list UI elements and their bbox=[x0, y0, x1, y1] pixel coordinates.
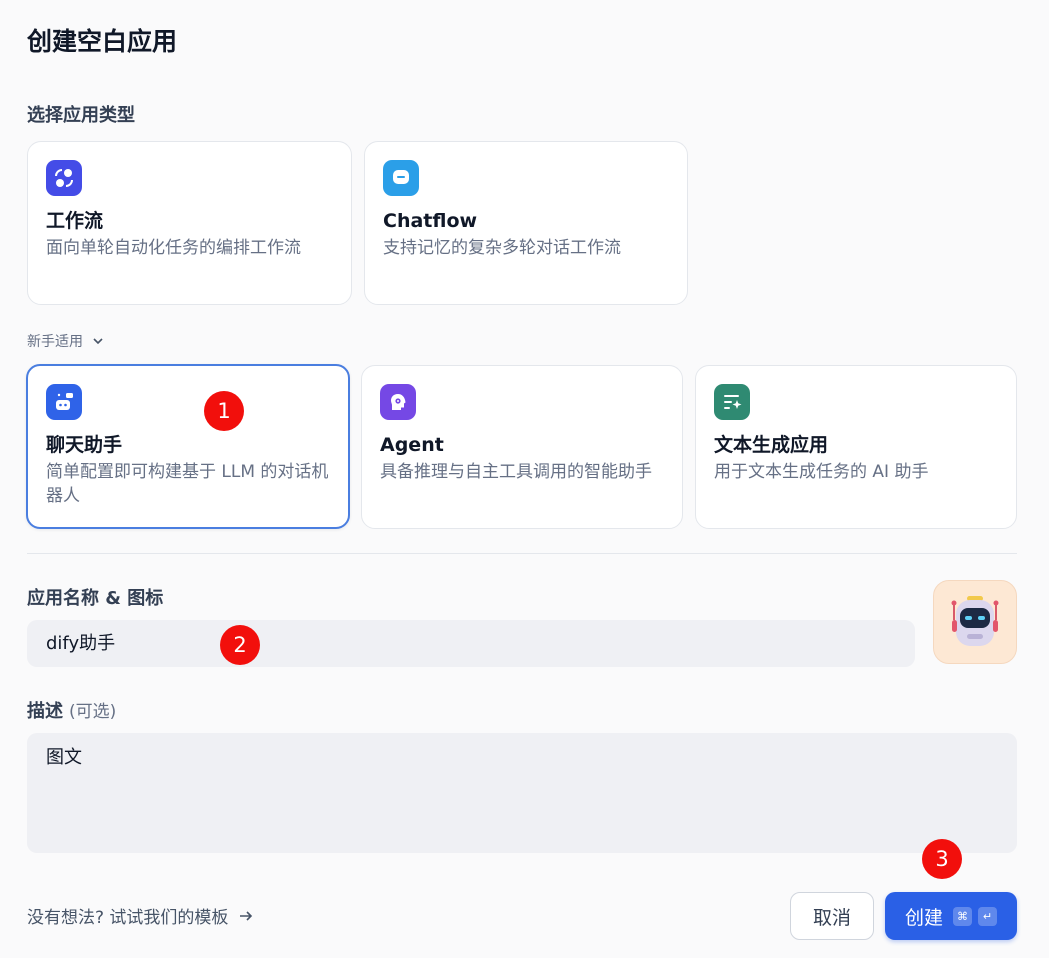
cancel-button[interactable]: 取消 bbox=[790, 892, 874, 940]
app-type-section-label: 选择应用类型 bbox=[27, 105, 135, 126]
name-section-label: 应用名称 & 图标 bbox=[27, 588, 164, 609]
app-avatar[interactable] bbox=[933, 580, 1017, 664]
desc-section-label: 描述 bbox=[27, 701, 63, 722]
desc-optional-label: (可选) bbox=[69, 702, 117, 722]
app-type-card-text-generation[interactable]: 文本生成应用 用于文本生成任务的 AI 助手 bbox=[695, 365, 1017, 529]
description-textarea[interactable]: 图文 bbox=[27, 733, 1017, 853]
workflow-icon bbox=[46, 160, 82, 196]
app-type-desc: 用于文本生成任务的 AI 助手 bbox=[714, 462, 929, 482]
template-link[interactable]: 没有想法? 试试我们的模板 bbox=[27, 903, 254, 928]
app-type-desc: 面向单轮自动化任务的编排工作流 bbox=[46, 238, 301, 258]
arrow-right-icon bbox=[240, 910, 253, 921]
template-link-label: 没有想法? 试试我们的模板 bbox=[27, 908, 229, 928]
page-title: 创建空白应用 bbox=[27, 27, 178, 56]
app-type-desc: 支持记忆的复杂多轮对话工作流 bbox=[383, 238, 621, 258]
app-type-title: Chatflow bbox=[383, 210, 478, 232]
annotation-marker: 1 bbox=[204, 391, 244, 431]
robot-avatar-icon bbox=[951, 596, 999, 646]
chevron-down-icon bbox=[93, 338, 103, 345]
annotation-marker: 3 bbox=[922, 839, 962, 879]
enter-key-icon: ↵ bbox=[978, 906, 997, 926]
cmd-key-icon: ⌘ bbox=[953, 906, 972, 926]
app-type-card-agent[interactable]: Agent 具备推理与自主工具调用的智能助手 bbox=[361, 365, 683, 529]
app-name-input[interactable]: dify助手 bbox=[27, 620, 915, 667]
beginner-toggle[interactable]: 新手适用 bbox=[27, 331, 105, 351]
app-type-desc: 具备推理与自主工具调用的智能助手 bbox=[380, 462, 652, 482]
app-type-title: Agent bbox=[380, 434, 444, 456]
chatbot-icon bbox=[46, 384, 82, 420]
desc-section-label-row: 描述 (可选) bbox=[27, 697, 116, 723]
annotation-marker: 2 bbox=[220, 625, 260, 665]
app-type-card-chatbot[interactable]: 聊天助手 简单配置即可构建基于 LLM 的对话机器人 bbox=[26, 364, 350, 529]
section-divider bbox=[27, 553, 1017, 554]
app-type-title: 聊天助手 bbox=[46, 434, 123, 456]
app-type-title: 文本生成应用 bbox=[714, 434, 829, 456]
app-type-card-workflow[interactable]: 工作流 面向单轮自动化任务的编排工作流 bbox=[27, 141, 352, 305]
text-generation-icon bbox=[714, 384, 750, 420]
chatflow-icon bbox=[383, 160, 419, 196]
agent-icon bbox=[380, 384, 416, 420]
beginner-toggle-label: 新手适用 bbox=[27, 334, 83, 350]
create-button[interactable]: 创建 ⌘ ↵ bbox=[885, 892, 1017, 940]
create-button-label: 创建 bbox=[904, 906, 943, 929]
app-type-card-chatflow[interactable]: Chatflow 支持记忆的复杂多轮对话工作流 bbox=[364, 141, 688, 305]
app-type-title: 工作流 bbox=[46, 210, 104, 232]
app-type-desc: 简单配置即可构建基于 LLM 的对话机器人 bbox=[46, 462, 329, 506]
